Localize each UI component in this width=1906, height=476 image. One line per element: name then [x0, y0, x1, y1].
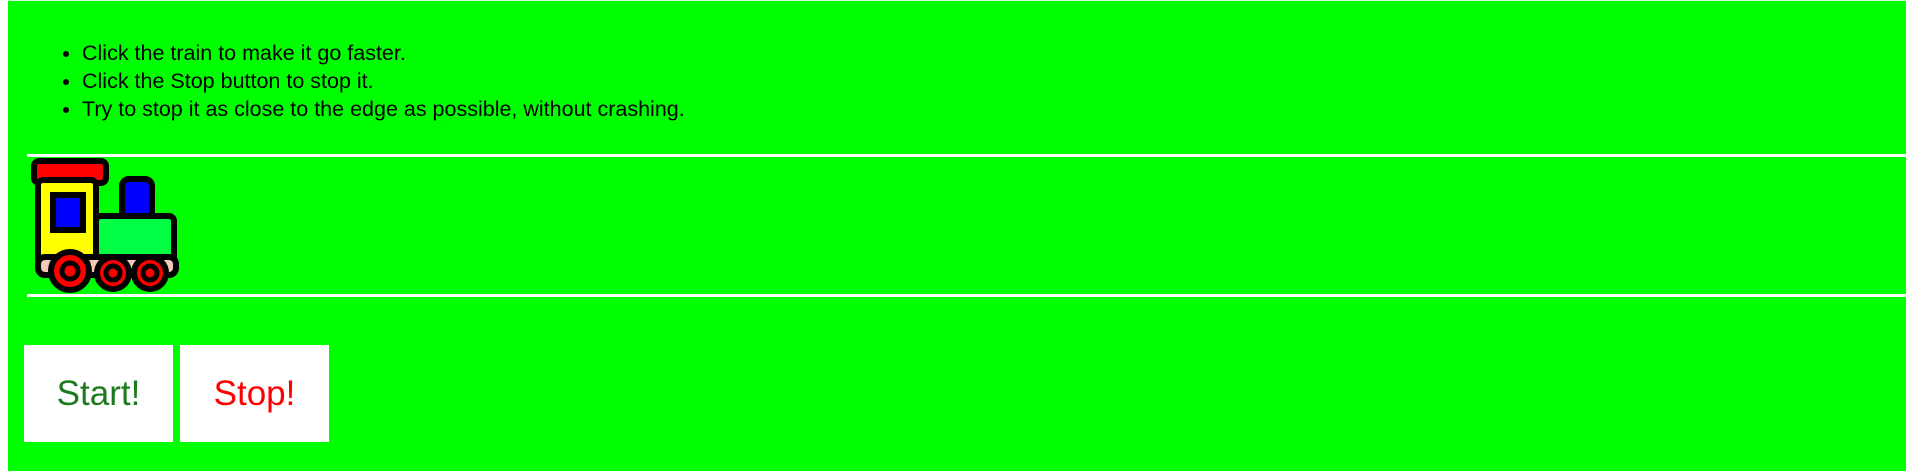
train-icon[interactable] [31, 157, 182, 294]
instruction-item: Click the Stop button to stop it. [82, 67, 685, 95]
instructions-list: Click the train to make it go faster. Cl… [8, 39, 685, 123]
game-area: Click the train to make it go faster. Cl… [8, 0, 1906, 471]
track-bottom-rule [27, 294, 1906, 297]
start-button[interactable]: Start! [24, 345, 173, 442]
instruction-item: Try to stop it as close to the edge as p… [82, 95, 685, 123]
instruction-item: Click the train to make it go faster. [82, 39, 685, 67]
train-track [27, 157, 1906, 294]
stop-button[interactable]: Stop! [180, 345, 329, 442]
